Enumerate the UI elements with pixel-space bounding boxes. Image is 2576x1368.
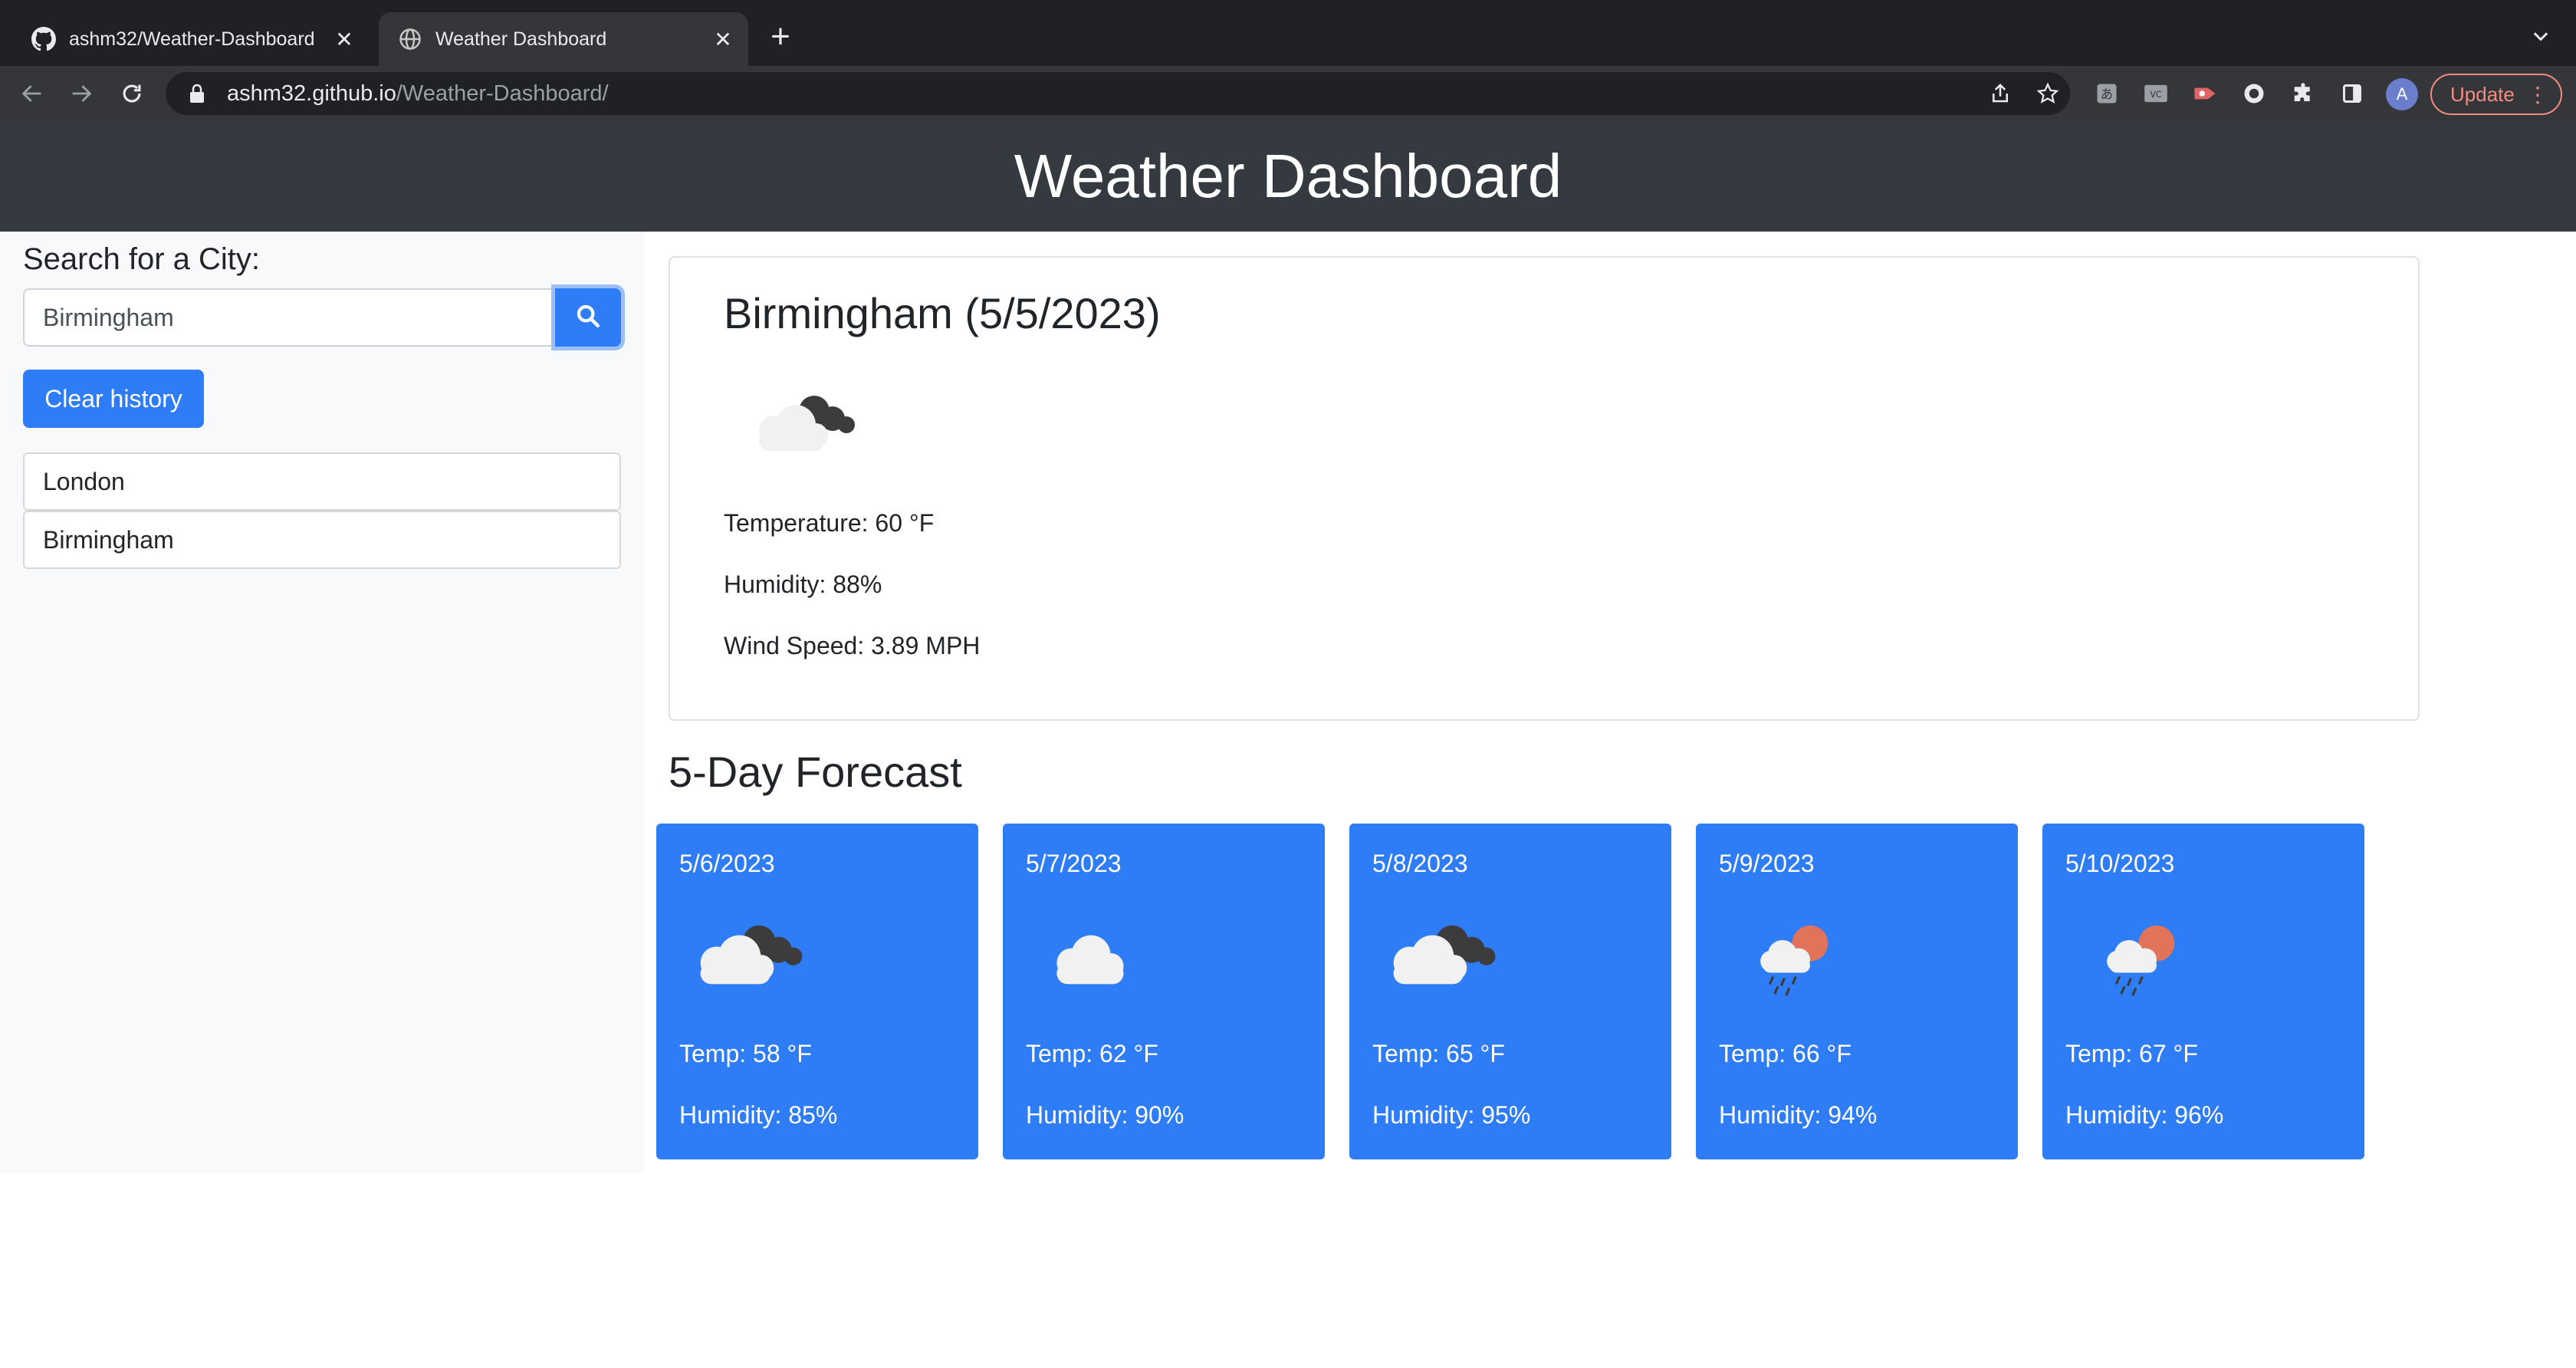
- side-panel-icon[interactable]: [2335, 77, 2369, 110]
- clear-history-button[interactable]: Clear history: [23, 370, 204, 428]
- forecast-temp: Temp: 58 °F: [679, 1040, 812, 1067]
- extension-record-icon[interactable]: [2188, 77, 2222, 110]
- current-humidity: Humidity: 88%: [724, 571, 882, 598]
- forecast-card: 5/6/2023 Temp: 58 °F Humidity: 85%: [656, 824, 978, 1159]
- current-city-title: Birmingham (5/5/2023): [724, 289, 1161, 337]
- address-bar[interactable]: ashm32.github.io/Weather-Dashboard/: [166, 72, 2070, 115]
- city-search-input[interactable]: [23, 288, 555, 347]
- tab-title: Weather Dashboard: [435, 28, 607, 50]
- svg-text:VC: VC: [2150, 90, 2162, 100]
- close-icon[interactable]: ✕: [710, 26, 736, 52]
- forecast-humidity: Humidity: 96%: [2065, 1101, 2224, 1129]
- browser-chrome: ashm32/Weather-Dashboard ✕ Weather Dashb…: [0, 0, 2576, 121]
- lock-icon: [189, 83, 210, 104]
- svg-text:あ: あ: [2101, 87, 2113, 101]
- current-weather-card: Birmingham (5/5/2023) Temperature: 60 °F…: [669, 256, 2420, 721]
- forecast-date: 5/10/2023: [2065, 850, 2175, 877]
- history-item-london[interactable]: London: [23, 452, 621, 511]
- forward-arrow-icon[interactable]: [64, 77, 98, 110]
- forecast-date: 5/9/2023: [1719, 850, 1815, 877]
- forecast-temp: Temp: 67 °F: [2065, 1040, 2198, 1067]
- current-wind-speed: Wind Speed: 3.89 MPH: [724, 632, 981, 659]
- history-item-birmingham[interactable]: Birmingham: [23, 511, 621, 569]
- forecast-date: 5/6/2023: [679, 850, 775, 877]
- forecast-temp: Temp: 65 °F: [1372, 1040, 1505, 1067]
- url-path: /Weather-Dashboard/: [396, 81, 609, 106]
- current-temperature: Temperature: 60 °F: [724, 509, 935, 537]
- extension-vc-icon[interactable]: VC: [2139, 77, 2173, 110]
- forecast-temp: Temp: 62 °F: [1026, 1040, 1158, 1067]
- browser-toolbar: ashm32.github.io/Weather-Dashboard/ あ VC…: [0, 66, 2576, 121]
- url-host: ashm32.github.io: [227, 81, 396, 106]
- browser-tab-github[interactable]: ashm32/Weather-Dashboard ✕: [17, 12, 370, 66]
- forecast-date: 5/7/2023: [1026, 850, 1122, 877]
- broken-clouds-icon: [1372, 908, 1503, 1000]
- rain-sun-icon: [1719, 908, 1849, 1000]
- extension-circle-icon[interactable]: [2237, 77, 2271, 110]
- puzzle-icon[interactable]: [2286, 77, 2320, 110]
- close-icon[interactable]: ✕: [331, 26, 357, 52]
- forecast-card: 5/8/2023 Temp: 65 °F Humidity: 95%: [1349, 824, 1671, 1159]
- update-label: Update: [2450, 82, 2515, 106]
- app-header: Weather Dashboard: [0, 121, 2576, 232]
- rain-sun-icon: [2065, 908, 2196, 1000]
- update-button[interactable]: Update ⋮: [2430, 74, 2562, 115]
- forecast-title: 5-Day Forecast: [669, 748, 962, 796]
- forecast-humidity: Humidity: 95%: [1372, 1101, 1531, 1129]
- forecast-humidity: Humidity: 90%: [1026, 1101, 1184, 1129]
- search-label: Search for a City:: [23, 242, 261, 276]
- forecast-humidity: Humidity: 85%: [679, 1101, 838, 1129]
- forecast-date: 5/8/2023: [1372, 850, 1468, 877]
- forecast-temp: Temp: 66 °F: [1719, 1040, 1852, 1067]
- forecast-humidity: Humidity: 94%: [1719, 1101, 1878, 1129]
- avatar[interactable]: A: [2386, 78, 2418, 110]
- share-icon[interactable]: [1989, 72, 2012, 115]
- kebab-menu-icon[interactable]: ⋮: [2527, 84, 2548, 106]
- broken-clouds-icon: [679, 908, 810, 1000]
- sidebar: Search for a City: Clear history London …: [0, 232, 644, 1173]
- back-arrow-icon[interactable]: [15, 77, 49, 110]
- star-icon[interactable]: [2036, 72, 2059, 115]
- search-icon: [575, 303, 601, 333]
- browser-tab-weather[interactable]: Weather Dashboard ✕: [379, 12, 748, 66]
- github-icon: [31, 26, 57, 52]
- cloud-icon: [1026, 908, 1156, 1000]
- forecast-card: 5/9/2023 Temp: 66 °F Humidity: 94%: [1696, 824, 2018, 1159]
- search-history-list: London Birmingham: [23, 452, 621, 569]
- extension-translate-icon[interactable]: あ: [2090, 77, 2124, 110]
- chevron-down-icon[interactable]: [2525, 21, 2556, 52]
- forecast-card: 5/7/2023 Temp: 62 °F Humidity: 90%: [1003, 824, 1325, 1159]
- tab-title: ashm32/Weather-Dashboard: [69, 28, 315, 50]
- page-title: Weather Dashboard: [1014, 142, 1562, 210]
- broken-clouds-icon: [739, 380, 862, 465]
- globe-icon: [397, 26, 423, 52]
- reload-icon[interactable]: [115, 77, 149, 110]
- forecast-card: 5/10/2023 Temp: 67 °F Humidity: 96%: [2042, 824, 2364, 1159]
- plus-icon[interactable]: +: [764, 20, 797, 54]
- search-button[interactable]: [555, 288, 621, 347]
